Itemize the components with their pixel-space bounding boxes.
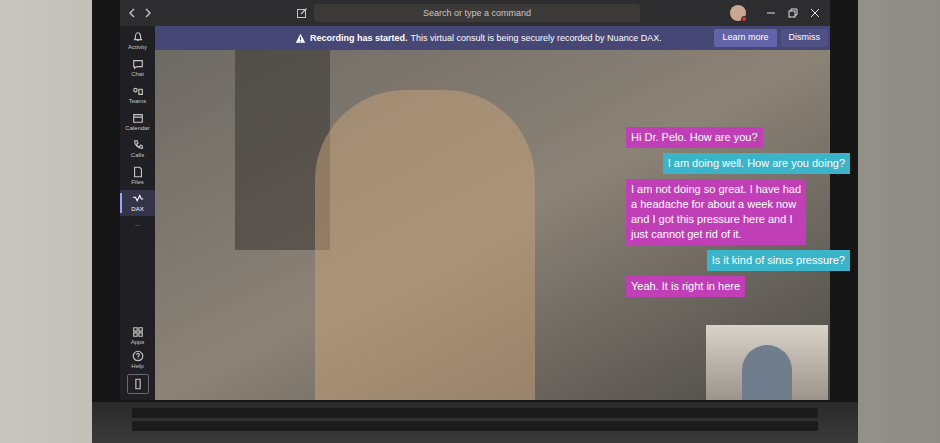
rail-label: ...: [135, 220, 140, 228]
restore-icon[interactable]: [787, 7, 799, 19]
help-icon: [132, 350, 144, 362]
calendar-icon: [132, 112, 144, 124]
learn-more-button[interactable]: Learn more: [714, 29, 776, 47]
recording-banner: Recording has started.This virtual consu…: [155, 26, 830, 50]
rail-label: Activity: [128, 43, 147, 51]
key-row: [132, 421, 818, 431]
dismiss-button[interactable]: Dismiss: [781, 29, 829, 47]
status-dot: [741, 16, 747, 22]
search-field[interactable]: [314, 4, 640, 22]
rail-label: Chat: [131, 70, 144, 78]
chat-bubble: I am not doing so great. I have had a he…: [626, 179, 806, 245]
rail-item[interactable]: Help: [131, 350, 143, 370]
teams-icon: [132, 85, 144, 97]
background: [0, 0, 92, 443]
avatar-icon[interactable]: [730, 5, 746, 21]
mobile-icon: [132, 378, 144, 390]
rail-item[interactable]: Teams: [120, 82, 155, 108]
self-view: [706, 325, 828, 400]
rail-item[interactable]: Chat: [120, 55, 155, 81]
bell-icon: [132, 31, 144, 43]
rail-label: Files: [131, 178, 144, 186]
back-icon[interactable]: [126, 7, 138, 19]
forward-icon[interactable]: [142, 7, 154, 19]
rail-item[interactable]: ...: [120, 217, 155, 231]
rail-item[interactable]: Calls: [120, 136, 155, 162]
close-icon[interactable]: [809, 7, 821, 19]
title-bar: [120, 0, 830, 26]
rail-label: DAX: [131, 205, 143, 213]
doctor-figure: [742, 345, 792, 400]
apps-icon: [132, 326, 144, 338]
warning-icon: [295, 33, 306, 44]
background: [858, 0, 940, 443]
dax-icon: [132, 193, 144, 205]
rail-item[interactable]: Files: [120, 163, 155, 189]
phone-icon: [132, 139, 144, 151]
chat-bubble: Is it kind of sinus pressure?: [707, 250, 850, 271]
rail-item[interactable]: DAX: [120, 190, 155, 216]
rail-label: Help: [131, 362, 143, 370]
rail-label: Apps: [131, 338, 145, 346]
rail-label: Calendar: [125, 124, 149, 132]
compose-icon[interactable]: [296, 7, 308, 19]
chat-icon: [132, 58, 144, 70]
teams-window: Activity Chat Teams Calendar Calls Files DAX..…: [120, 0, 830, 400]
device-button[interactable]: [127, 374, 149, 394]
keyboard: [92, 402, 858, 443]
chat-bubble: Hi Dr. Pelo. How are you?: [626, 127, 763, 148]
selected-indicator: [120, 193, 122, 213]
rail-item[interactable]: Calendar: [120, 109, 155, 135]
laptop-bezel: Activity Chat Teams Calendar Calls Files DAX..…: [92, 0, 858, 402]
banner-title: Recording has started.: [310, 33, 408, 43]
chat-bubble: I am doing well. How are you doing?: [663, 153, 850, 174]
patient-figure: [315, 90, 535, 400]
chat-overlay: Hi Dr. Pelo. How are you? I am doing well…: [626, 127, 850, 297]
key-row: [132, 408, 818, 418]
banner-text: This virtual consult is being securely r…: [411, 33, 662, 43]
minimize-icon[interactable]: [765, 7, 777, 19]
main-area: Recording has started.This virtual consu…: [155, 26, 830, 400]
app-rail: Activity Chat Teams Calendar Calls Files DAX..…: [120, 26, 155, 400]
laptop: Activity Chat Teams Calendar Calls Files DAX..…: [92, 0, 858, 443]
chat-bubble: Yeah. It is right in here: [626, 276, 745, 297]
rail-label: Teams: [129, 97, 147, 105]
video-feed: Hi Dr. Pelo. How are you?I am doing well…: [155, 50, 830, 400]
banner-message: Recording has started.This virtual consu…: [310, 32, 710, 44]
rail-item[interactable]: Apps: [131, 326, 145, 346]
rail-label: Calls: [131, 151, 144, 159]
rail-item[interactable]: Activity: [120, 28, 155, 54]
file-icon: [132, 166, 144, 178]
